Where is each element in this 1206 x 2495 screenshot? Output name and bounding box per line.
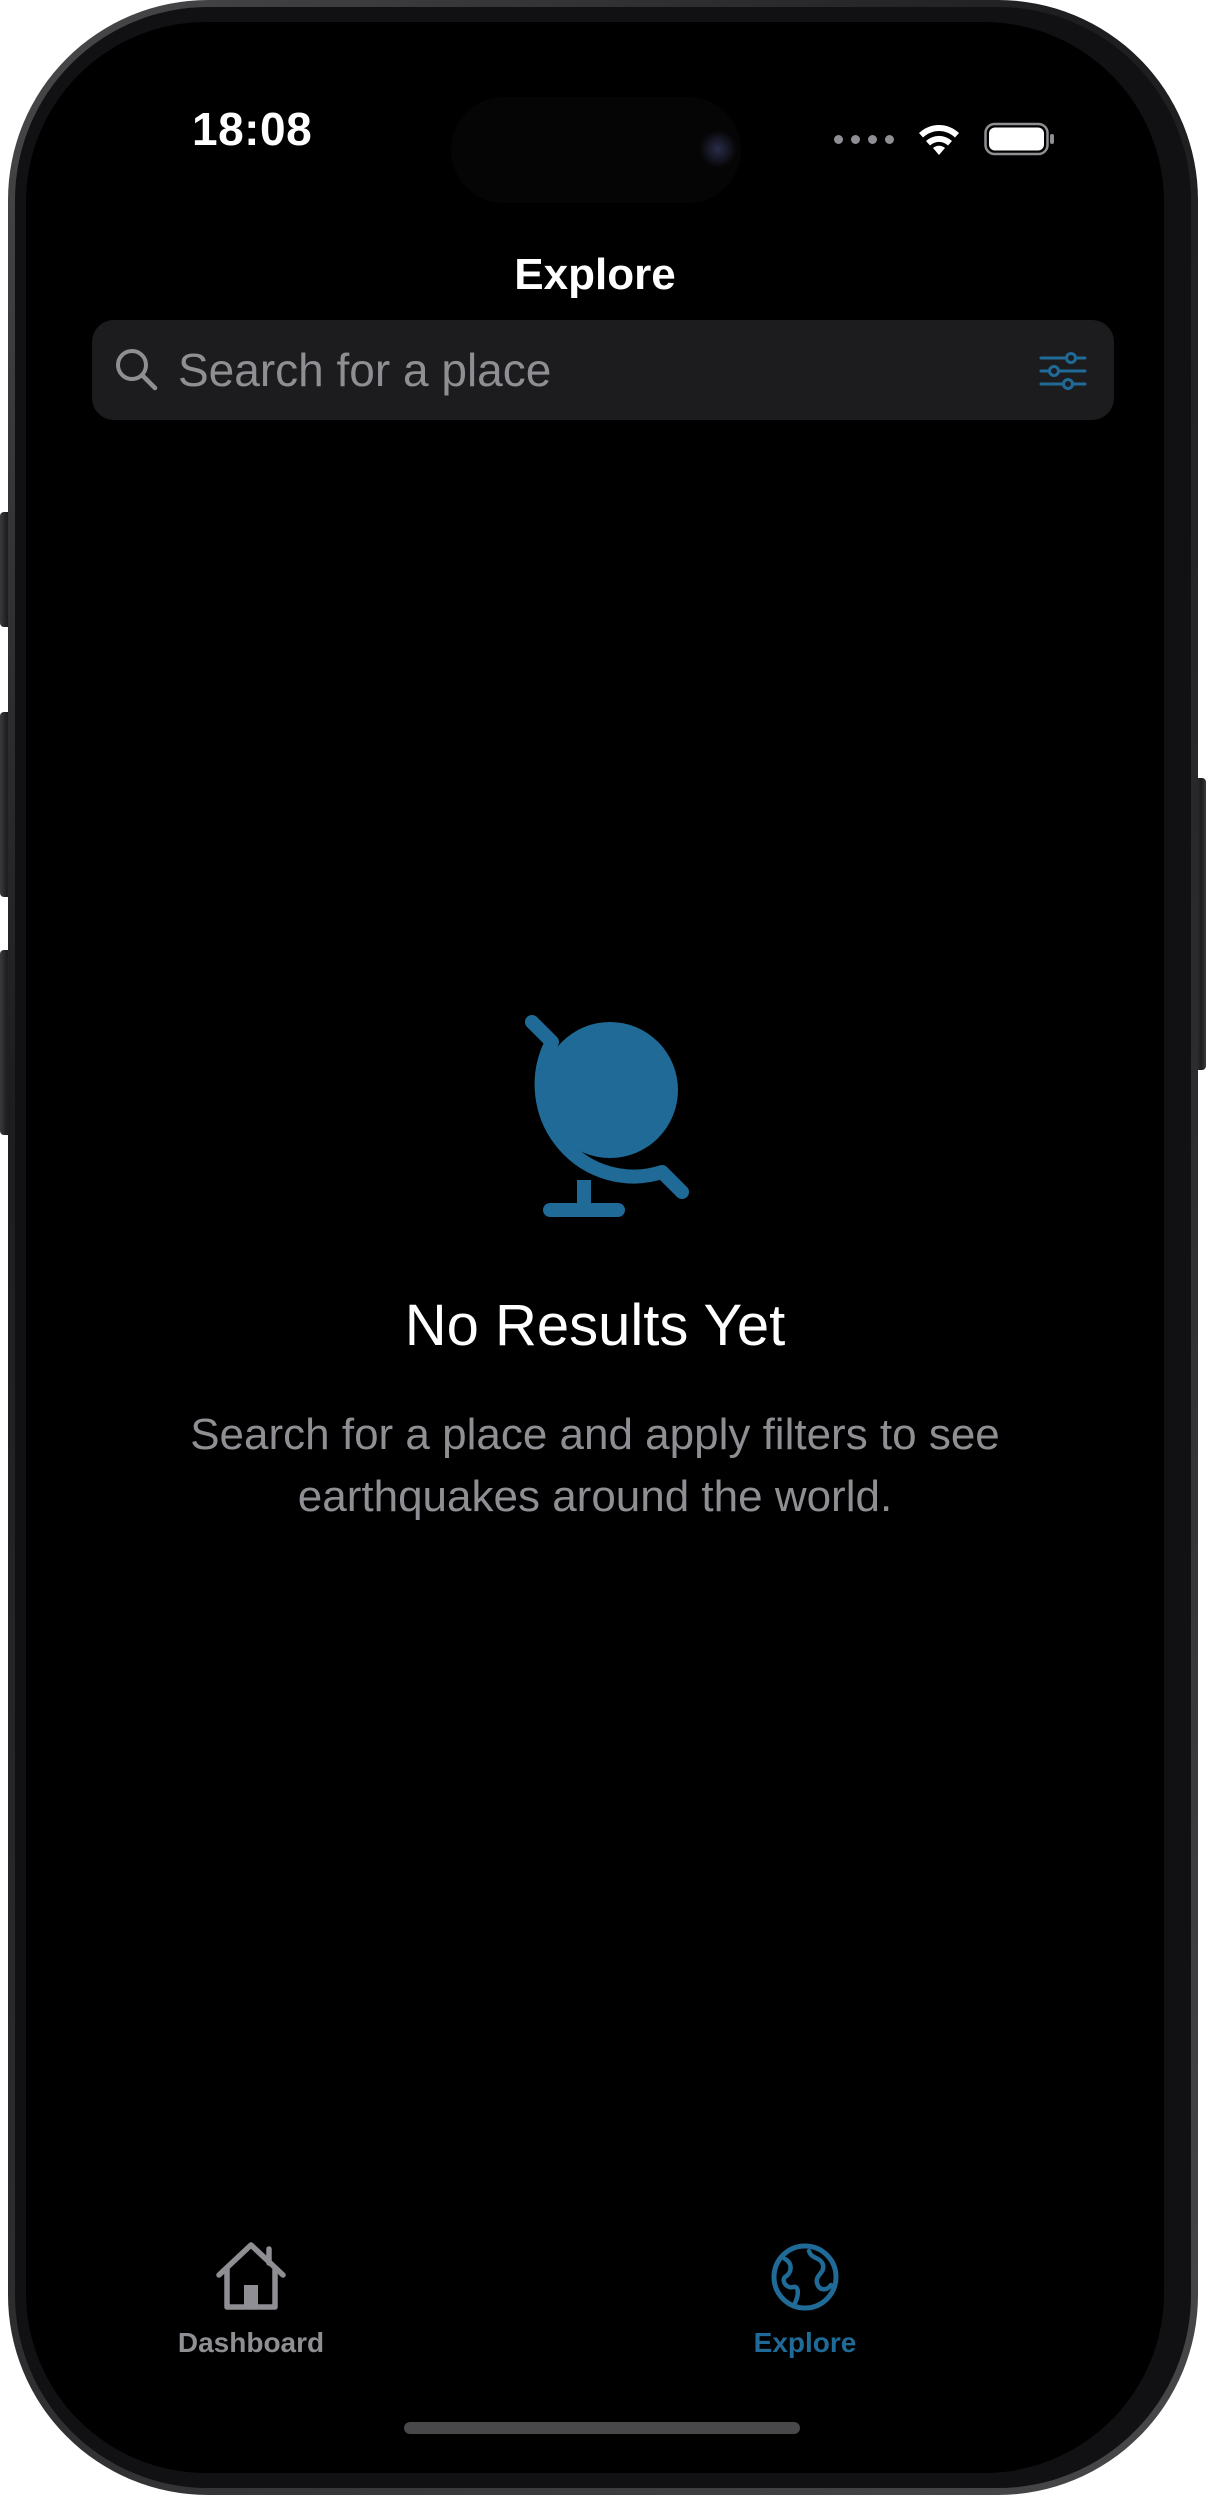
tab-explore[interactable]: Explore bbox=[685, 2237, 925, 2367]
tab-dashboard[interactable]: Dashboard bbox=[131, 2237, 371, 2367]
status-time: 18:08 bbox=[192, 103, 313, 155]
globe-stand-icon bbox=[525, 1015, 689, 1217]
cellular-signal-icon bbox=[834, 134, 894, 144]
battery-icon bbox=[984, 122, 1054, 156]
search-input[interactable]: Search for a place bbox=[178, 344, 551, 396]
front-camera bbox=[699, 130, 737, 168]
house-icon bbox=[216, 2242, 286, 2310]
page-title: Explore bbox=[514, 250, 676, 299]
empty-state-title: No Results Yet bbox=[404, 1293, 786, 1358]
search-icon bbox=[116, 349, 158, 391]
filter-icon[interactable] bbox=[1038, 346, 1088, 396]
tab-explore-label: Explore bbox=[753, 2327, 857, 2358]
tab-dashboard-label: Dashboard bbox=[177, 2327, 325, 2358]
app-screen: 18:08 Explore Search for a place No Resu… bbox=[26, 22, 1164, 2473]
empty-state-message: Search for a place and apply filters to … bbox=[190, 1410, 1000, 1521]
device-mockup: 18:08 Explore Search for a place No Resu… bbox=[0, 0, 1206, 2495]
home-indicator bbox=[404, 2422, 800, 2434]
search-field[interactable]: Search for a place bbox=[92, 320, 1114, 420]
dynamic-island bbox=[451, 97, 741, 203]
status-indicators bbox=[834, 114, 1056, 164]
wifi-icon bbox=[919, 125, 959, 155]
globe-icon bbox=[771, 2243, 839, 2311]
